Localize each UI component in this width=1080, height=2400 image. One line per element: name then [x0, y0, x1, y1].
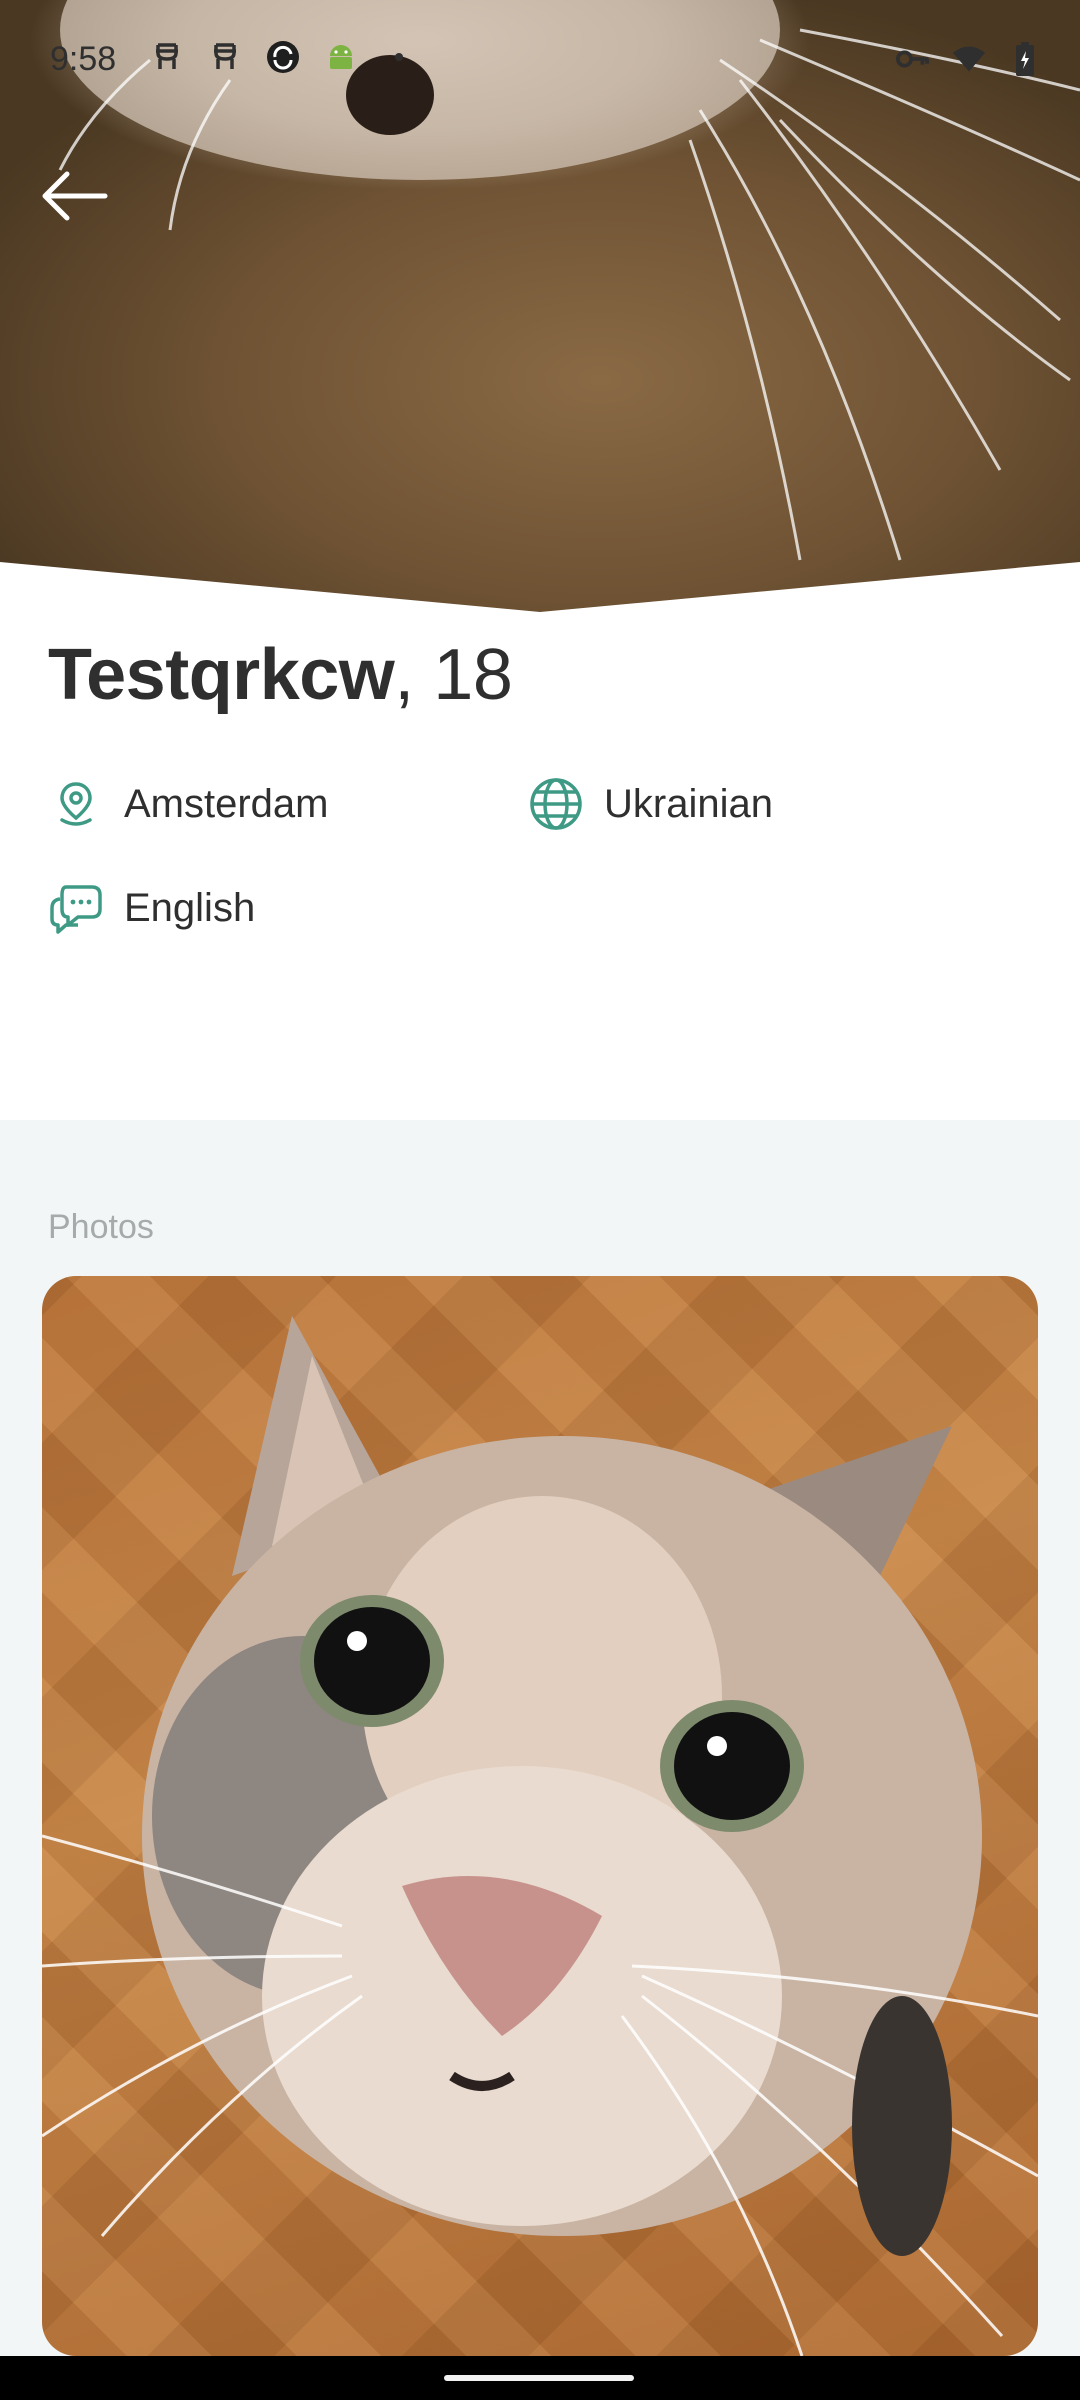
notification-icon — [208, 40, 242, 74]
profile-photo[interactable] — [42, 1276, 1038, 2356]
dot-icon — [382, 40, 416, 74]
home-indicator[interactable] — [444, 2375, 634, 2381]
profile-age: , 18 — [394, 635, 513, 715]
profile-title: Testqrkcw, 18 — [48, 634, 513, 716]
profile-info: Testqrkcw, 18 Amsterdam Ukrainian Englis… — [0, 612, 1080, 1120]
wifi-icon — [952, 42, 986, 76]
back-button[interactable] — [32, 160, 116, 232]
cat-photo — [42, 1316, 1038, 2356]
profile-city: Amsterdam — [46, 774, 329, 834]
photos-section-title: Photos — [48, 1208, 154, 1246]
status-right-icons — [896, 42, 1042, 76]
profile-spoken-language: English — [46, 878, 255, 938]
arrow-left-icon — [42, 171, 108, 221]
status-time: 9:58 — [50, 40, 117, 78]
sync-icon — [266, 40, 300, 74]
location-pin-icon — [46, 774, 106, 834]
status-bar: 9:58 — [0, 0, 1080, 126]
status-left-icons — [150, 40, 416, 74]
key-icon — [896, 42, 930, 76]
chat-bubbles-icon — [46, 878, 106, 938]
navigation-bar — [0, 2356, 1080, 2400]
profile-native-language: Ukrainian — [526, 774, 773, 834]
globe-icon — [526, 774, 586, 834]
profile-name: Testqrkcw — [48, 635, 395, 715]
photos-section: Photos — [0, 1120, 1080, 2356]
profile-native-language-label: Ukrainian — [604, 781, 773, 826]
notification-icon — [150, 40, 184, 74]
profile-spoken-language-label: English — [124, 885, 256, 930]
battery-icon — [1008, 42, 1042, 76]
android-icon — [324, 40, 358, 74]
profile-city-label: Amsterdam — [124, 781, 329, 826]
